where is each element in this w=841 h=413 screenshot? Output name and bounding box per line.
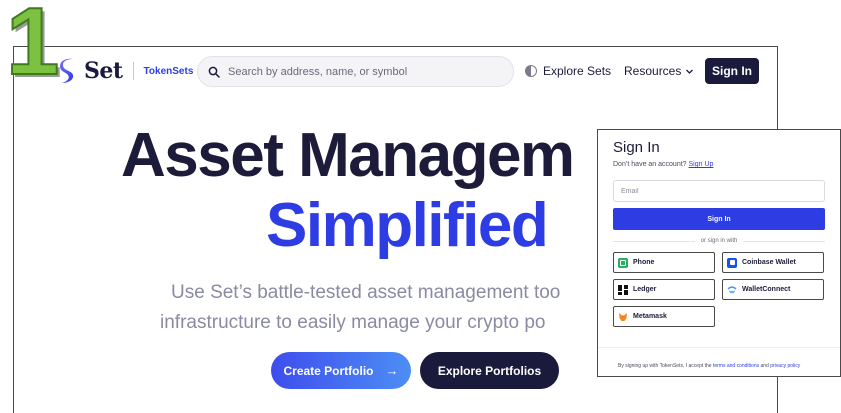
arrow-right-icon: →	[385, 363, 399, 378]
search-icon	[208, 66, 220, 78]
logo-text: Set	[84, 58, 123, 84]
top-nav: Set TokenSets Explore Sets Resources Sig…	[14, 47, 777, 97]
explore-portfolios-button[interactable]: Explore Portfolios	[420, 352, 559, 389]
create-portfolio-button[interactable]: Create Portfolio →	[271, 352, 411, 389]
footer-divider	[598, 347, 840, 348]
privacy-link[interactable]: privacy policy	[770, 363, 800, 369]
sign-in-modal: Sign In Don’t have an account? Sign Up S…	[597, 129, 841, 377]
nav-resources[interactable]: Resources	[624, 64, 694, 78]
metamask-fox-icon	[618, 312, 628, 322]
coinbase-wallet-button[interactable]: Coinbase Wallet	[722, 252, 824, 273]
step-number: 1	[5, 0, 60, 95]
footer-prefix: By signing up with TokenSets, I accept t…	[618, 363, 712, 369]
ledger-button[interactable]: Ledger	[613, 279, 715, 300]
modal-footer: By signing up with TokenSets, I accept t…	[618, 363, 800, 369]
phone-icon	[618, 257, 628, 268]
walletconnect-label: WalletConnect	[742, 286, 791, 293]
or-divider-text: or sign in with	[700, 238, 738, 244]
set-logo-icon	[58, 57, 78, 85]
modal-sign-in-button[interactable]: Sign In	[613, 208, 825, 230]
phone-signin-button[interactable]: Phone	[613, 252, 715, 273]
search-input[interactable]	[228, 65, 488, 78]
footer-and: and	[760, 363, 769, 369]
signup-question: Don’t have an account?	[613, 161, 687, 168]
signup-link[interactable]: Sign Up	[689, 161, 714, 168]
create-portfolio-label: Create Portfolio	[283, 363, 374, 378]
coinbase-icon	[727, 257, 737, 268]
metamask-label: Metamask	[633, 313, 667, 320]
email-field[interactable]	[613, 180, 825, 202]
walletconnect-button[interactable]: WalletConnect	[722, 279, 824, 300]
metamask-button[interactable]: Metamask	[613, 306, 715, 327]
ledger-label: Ledger	[633, 286, 657, 293]
nav-sign-in-button[interactable]: Sign In	[705, 58, 759, 84]
nav-resources-label: Resources	[624, 64, 682, 78]
search-bar[interactable]	[197, 56, 514, 87]
logo-subtitle: TokenSets	[143, 65, 194, 77]
phone-label: Phone	[633, 259, 655, 266]
terms-link[interactable]: terms and conditions	[713, 363, 759, 369]
hero-title-line1: Asset Managem	[121, 121, 575, 190]
or-divider: or sign in with	[613, 236, 825, 246]
logo-divider	[132, 62, 134, 80]
divider-line-right	[743, 240, 825, 242]
divider-line-left	[613, 240, 695, 242]
modal-title: Sign In	[613, 139, 660, 156]
coinbase-label: Coinbase Wallet	[742, 259, 796, 266]
hero-title-line2: Simplified	[266, 191, 549, 260]
walletconnect-icon	[727, 285, 737, 295]
signup-prompt: Don’t have an account? Sign Up	[613, 161, 713, 168]
logo[interactable]: Set TokenSets	[58, 57, 193, 85]
ledger-icon	[618, 284, 628, 295]
chevron-down-icon	[686, 69, 694, 74]
nav-explore-label: Explore Sets	[543, 64, 612, 78]
nav-explore-sets[interactable]: Explore Sets	[525, 64, 611, 78]
theme-toggle-icon	[525, 65, 537, 77]
